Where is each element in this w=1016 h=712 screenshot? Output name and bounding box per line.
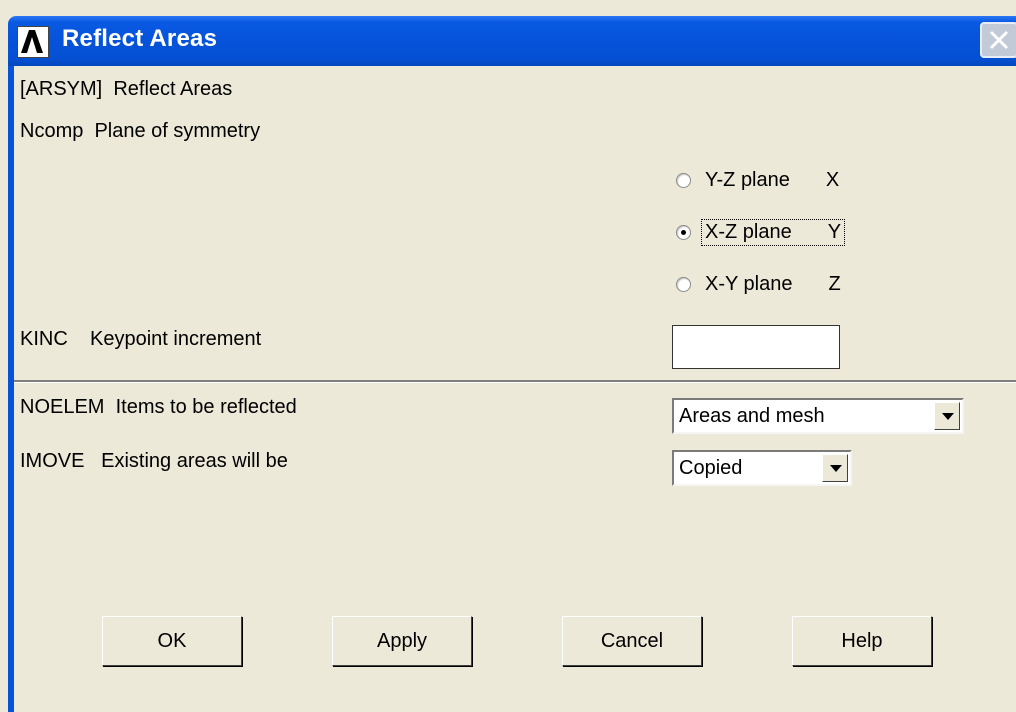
imove-dropdown[interactable]: Copied: [672, 450, 852, 486]
section-divider: [14, 380, 1016, 383]
dialog-body: [ARSYM] Reflect Areas Ncomp Plane of sym…: [14, 66, 1016, 712]
radio-label-xy: X-Y plane: [705, 273, 793, 295]
command-header: [ARSYM] Reflect Areas: [20, 78, 233, 100]
radio-xy-plane[interactable]: X-Y plane Z: [676, 273, 841, 296]
radio-axis-x: X: [825, 169, 840, 191]
radio-label-xz: X-Z plane: [705, 221, 792, 243]
ansys-logo-icon: [17, 26, 49, 58]
help-button[interactable]: Help: [792, 616, 932, 666]
apply-button[interactable]: Apply: [332, 616, 472, 666]
radio-focus-rect: X-Z plane Y: [700, 219, 846, 246]
ncomp-label: Ncomp Plane of symmetry: [20, 120, 261, 142]
noelem-selected-value: Areas and mesh: [679, 405, 825, 427]
chevron-down-icon[interactable]: [822, 454, 848, 482]
noelem-dropdown[interactable]: Areas and mesh: [672, 398, 964, 434]
radio-axis-y: Y: [827, 221, 842, 243]
cancel-button[interactable]: Cancel: [562, 616, 702, 666]
imove-label: IMOVE Existing areas will be: [20, 450, 288, 472]
close-icon: [989, 30, 1009, 50]
chevron-down-icon[interactable]: [934, 402, 960, 430]
noelem-label: NOELEM Items to be reflected: [20, 396, 297, 418]
ok-button[interactable]: OK: [102, 616, 242, 666]
radio-yz-plane[interactable]: Y-Z plane X: [676, 169, 839, 192]
kinc-label: KINC Keypoint increment: [20, 328, 262, 350]
kinc-input[interactable]: [672, 325, 840, 369]
radio-axis-z: Z: [828, 273, 841, 295]
radio-button-selected[interactable]: [676, 225, 691, 240]
title-bar[interactable]: Reflect Areas: [8, 16, 1016, 66]
radio-xz-plane[interactable]: X-Z plane Y: [676, 219, 846, 246]
radio-button[interactable]: [676, 277, 691, 292]
radio-button[interactable]: [676, 173, 691, 188]
radio-label-yz: Y-Z plane: [705, 169, 790, 191]
imove-selected-value: Copied: [679, 457, 743, 479]
reflect-areas-dialog: Reflect Areas [ARSYM] Reflect Areas Ncom…: [0, 0, 1016, 712]
close-button[interactable]: [980, 22, 1016, 58]
window-title: Reflect Areas: [62, 25, 218, 52]
